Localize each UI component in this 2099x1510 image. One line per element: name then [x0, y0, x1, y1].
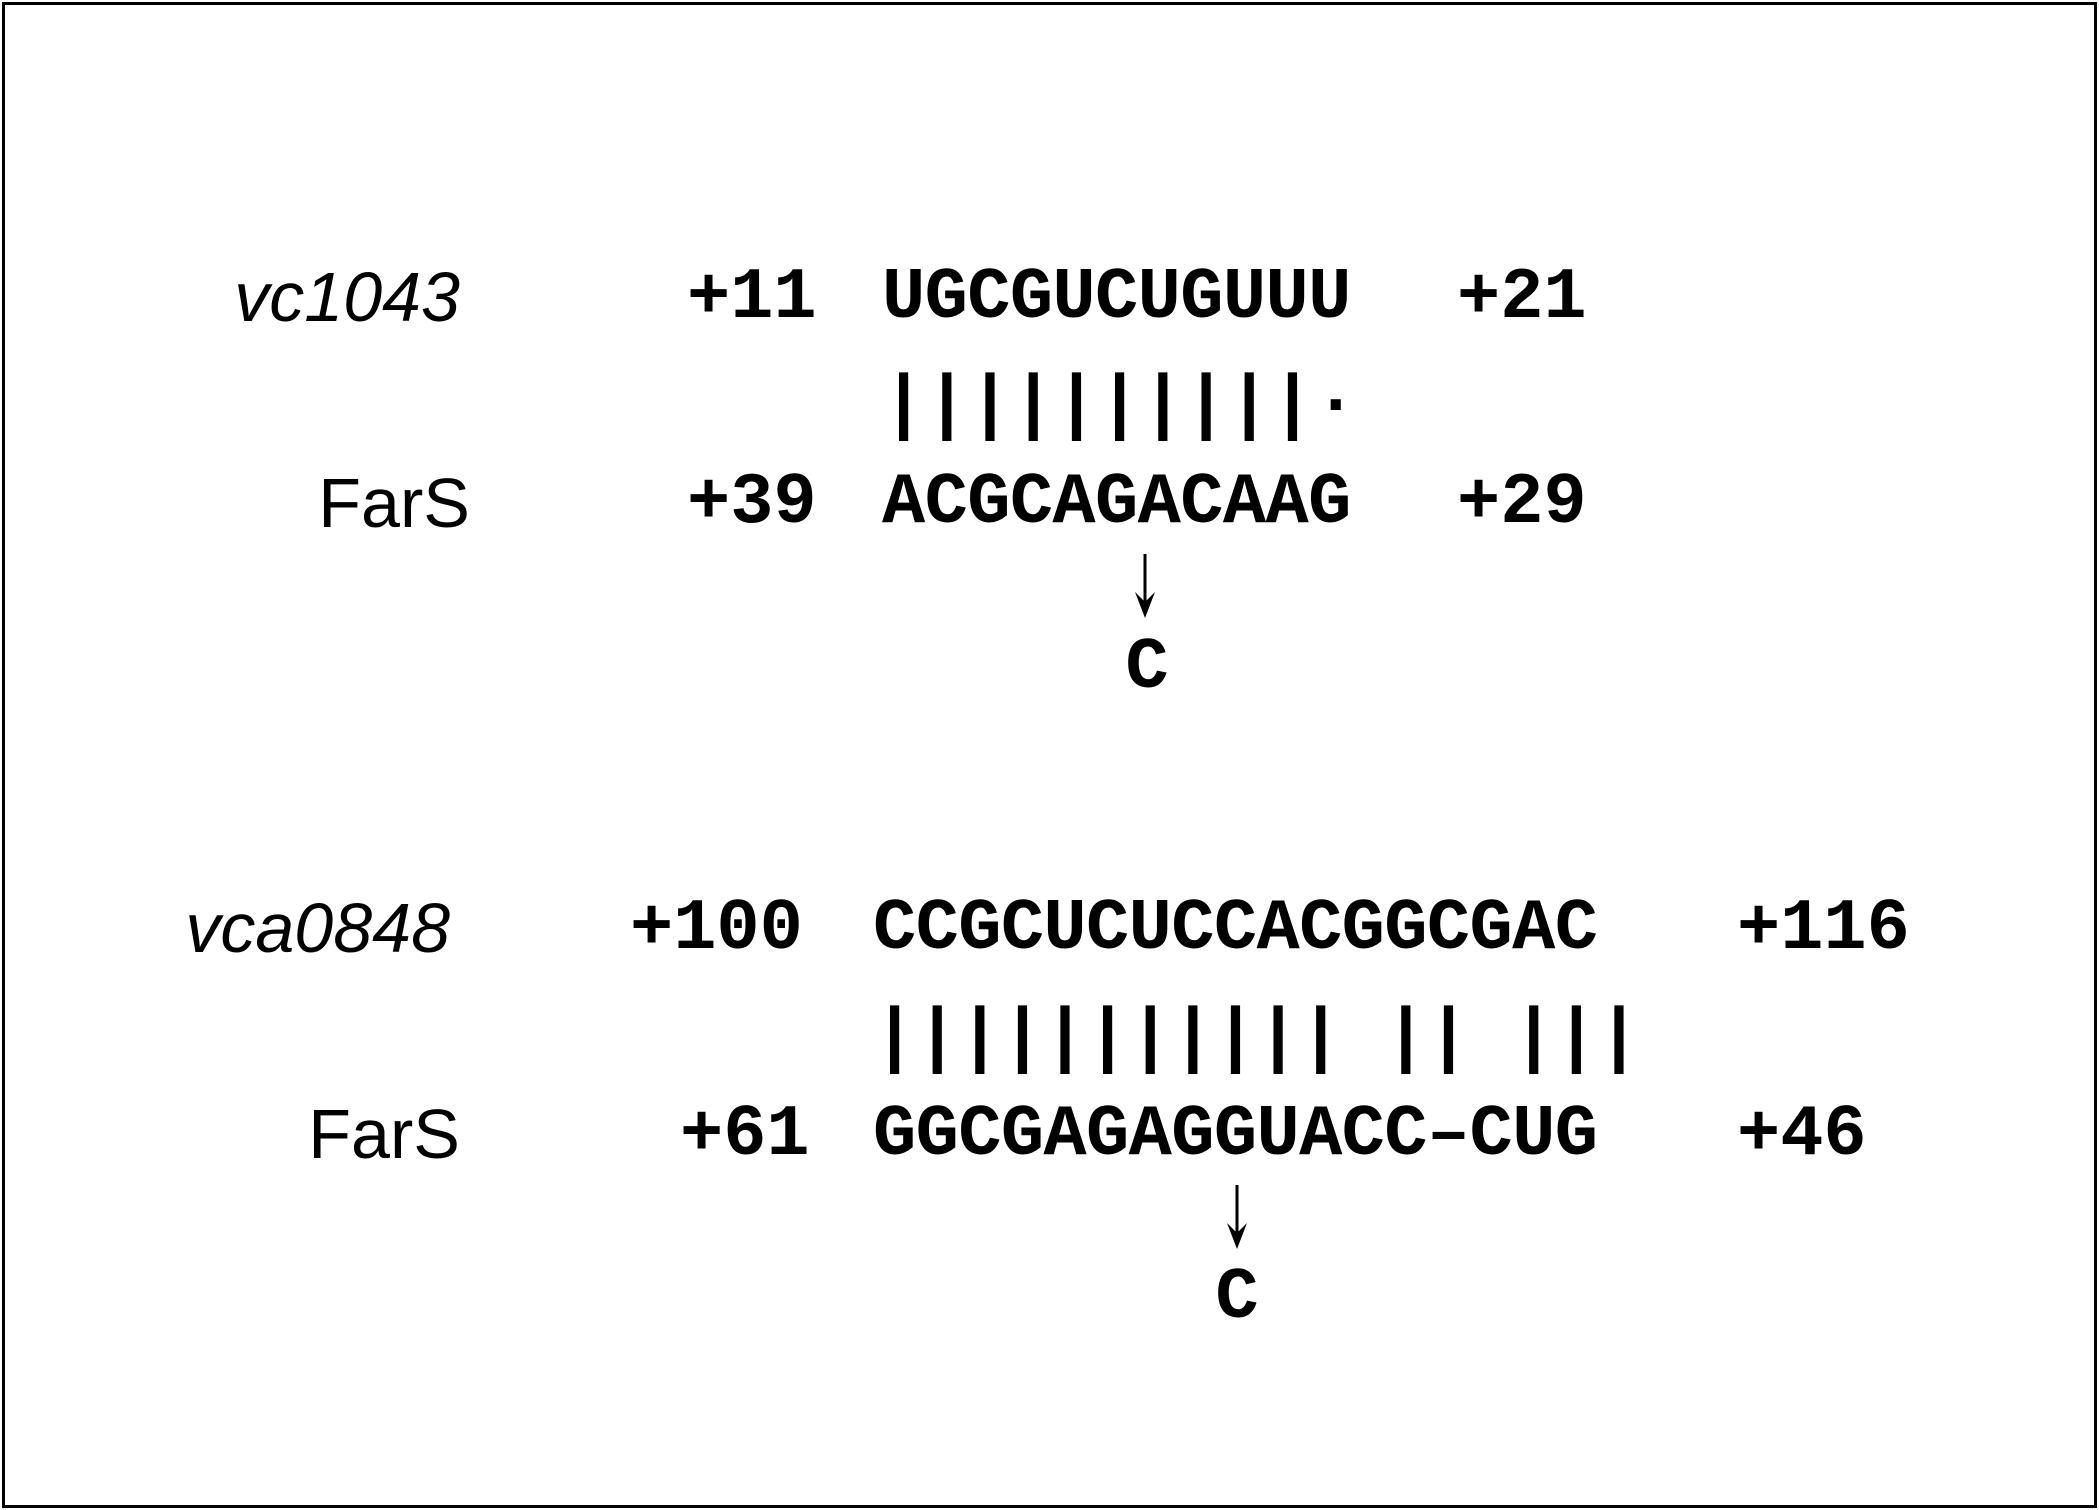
panel1-mutation-base: C — [1125, 627, 1169, 709]
panel2-mutation-base: C — [1215, 1257, 1259, 1339]
panel2-mutation-arrow — [1227, 1185, 1247, 1249]
panel1-rna-label: FarS — [318, 464, 470, 542]
panel2-pairing: ||||||||||| || ||| — [873, 998, 1641, 1080]
panel1-bottom-start: +39 — [687, 462, 817, 544]
panel2-rna-label: FarS — [308, 1095, 460, 1173]
panel1-top-end: +21 — [1457, 257, 1587, 339]
panel1-bottom-end: +29 — [1457, 462, 1587, 544]
panel2-bottom-start: +61 — [680, 1094, 810, 1176]
panel2-gene-label: vca0848 — [185, 889, 450, 967]
panel1-top-start: +11 — [687, 257, 817, 339]
panel2-top-end: +116 — [1737, 888, 1910, 970]
panel2-top-start: +100 — [630, 888, 803, 970]
panel2-bottom-end: +46 — [1737, 1094, 1867, 1176]
figure-frame — [2, 2, 2097, 1508]
panel1-pairing: ||||||||||· — [882, 365, 1358, 447]
panel1-gene-label: vc1043 — [234, 258, 460, 336]
panel1-bottom-sequence: ACGCAGACAAG — [882, 462, 1351, 544]
figure-canvas: vc1043 +11 UGCGUCUGUUU +21 ||||||||||· F… — [0, 0, 2099, 1510]
panel2-top-sequence: CCGCUCUCCACGGCGAC — [873, 888, 1598, 970]
panel1-mutation-arrow — [1135, 554, 1155, 618]
panel2-bottom-sequence: GGCGAGAGGUACC–CUG — [873, 1094, 1598, 1176]
panel1-top-sequence: UGCGUCUGUUU — [882, 257, 1351, 339]
